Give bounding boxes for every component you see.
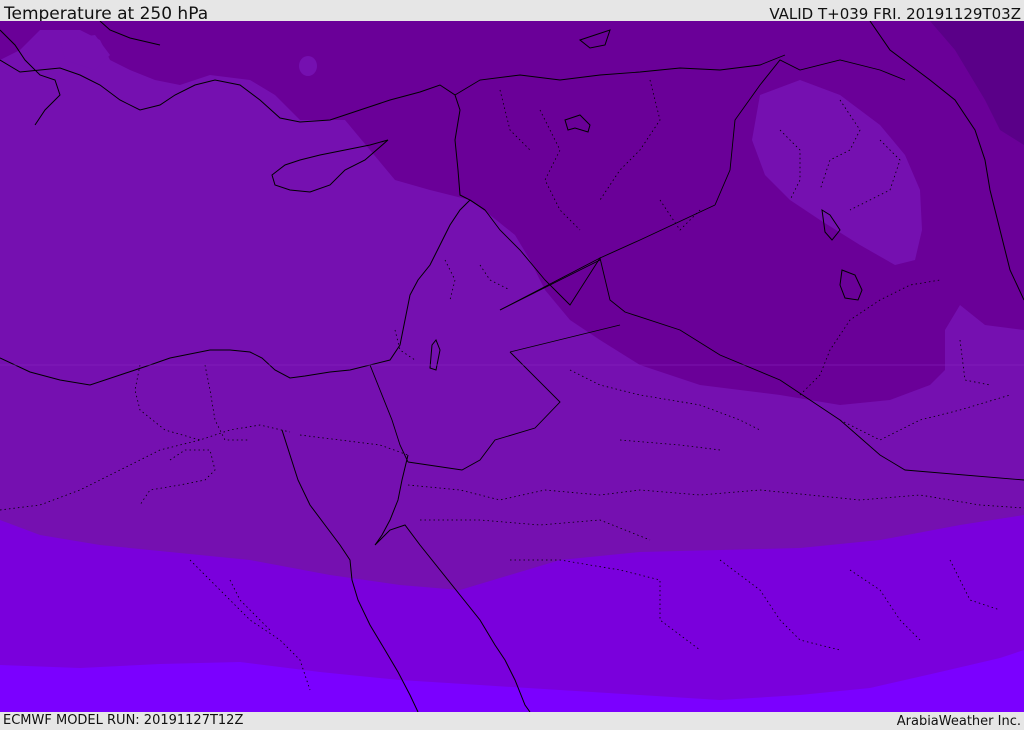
header-bar: Temperature at 250 hPa VALID T+039 FRI. … [0,0,1024,24]
footer-bar: ECMWF MODEL RUN: 20191127T12Z ArabiaWeat… [0,712,1024,729]
temp-patch-lake [299,56,317,76]
temperature-map[interactable] [0,21,1024,712]
credit-label: ArabiaWeather Inc. [896,714,1021,729]
model-run-label: ECMWF MODEL RUN: 20191127T12Z [3,713,244,728]
map-canvas[interactable] [0,21,1024,712]
